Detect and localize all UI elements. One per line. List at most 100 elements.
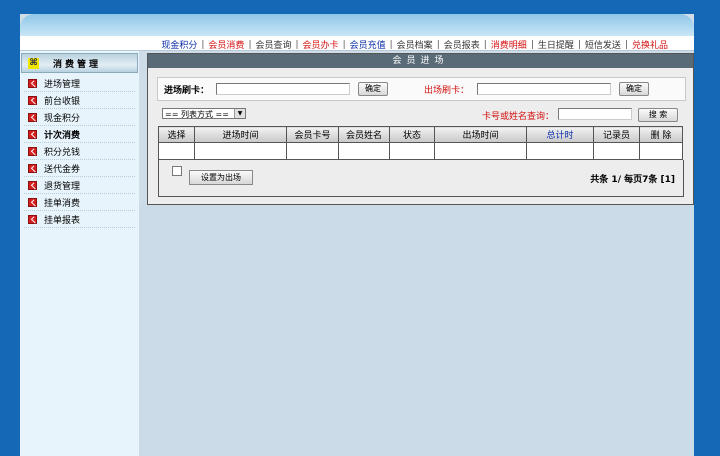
- sidebar-item-label: 送代金券: [44, 164, 81, 175]
- table-cell: [526, 142, 594, 160]
- sidebar-item-label: 计次消费: [44, 130, 81, 141]
- table-cell: [338, 142, 390, 160]
- sidebar: ⌘ 消费管理 进场管理前台收银现金积分计次消费积分兑钱送代金券退货管理挂单消费挂…: [20, 51, 139, 456]
- nav-separator: |: [201, 39, 205, 50]
- column-header: 删 除: [639, 126, 683, 143]
- top-nav-link[interactable]: 短信发送: [585, 38, 621, 51]
- top-nav-link[interactable]: 会员消费: [208, 38, 244, 51]
- search-input[interactable]: [558, 108, 632, 120]
- top-nav-item: | 短信发送: [574, 38, 621, 52]
- top-nav-link[interactable]: 生日提醒: [538, 38, 574, 51]
- sidebar-item-label: 挂单消费: [44, 198, 81, 209]
- top-nav-item: | 兑换礼品: [621, 38, 668, 52]
- sidebar-item-label: 挂单报表: [44, 215, 81, 226]
- list-mode-select[interactable]: == 列表方式 == ▼: [162, 108, 246, 119]
- entry-card-label: 进场刷卡：: [164, 86, 210, 96]
- sidebar-menu: 进场管理前台收银现金积分计次消费积分兑钱送代金券退货管理挂单消费挂单报表: [20, 75, 139, 228]
- sidebar-item[interactable]: 挂单消费: [24, 194, 135, 211]
- exit-card-input[interactable]: [477, 83, 611, 95]
- content-background: [139, 203, 694, 456]
- bullet-icon: [28, 214, 37, 224]
- sidebar-item-label: 前台收银: [44, 96, 81, 107]
- nav-separator: |: [248, 39, 252, 50]
- app-frame: 现金积分 | 会员消费 | 会员查询 | 会员办卡 | 会员充值 | 会员档案 | 会员报表 | 消费明细 |…: [20, 14, 694, 456]
- entry-card-input[interactable]: [216, 83, 350, 95]
- bullet-icon: [28, 129, 37, 139]
- sidebar-item-label: 积分兑钱: [44, 147, 81, 158]
- table-cell: [434, 142, 527, 160]
- column-header: 总计时: [526, 126, 594, 143]
- sidebar-item-label: 进场管理: [44, 79, 81, 90]
- select-all-checkbox[interactable]: [172, 166, 182, 176]
- sidebar-item[interactable]: 计次消费: [24, 126, 135, 143]
- nav-separator: |: [483, 39, 487, 50]
- table-cell: [286, 142, 339, 160]
- top-nav-item: | 会员办卡: [292, 38, 339, 52]
- dropdown-arrow-icon: ▼: [234, 109, 245, 118]
- top-nav-link[interactable]: 会员办卡: [303, 38, 339, 51]
- bullet-icon: [28, 146, 37, 156]
- top-nav-link[interactable]: 兑换礼品: [632, 38, 668, 51]
- sidebar-header: ⌘ 消费管理: [21, 53, 138, 73]
- column-header: 记录员: [593, 126, 640, 143]
- sidebar-item[interactable]: 送代金券: [24, 160, 135, 177]
- top-nav-link[interactable]: 会员报表: [444, 38, 480, 51]
- column-header: 状态: [389, 126, 435, 143]
- table-cell: [389, 142, 435, 160]
- column-header: 进场时间: [194, 126, 287, 143]
- nav-separator: |: [577, 39, 581, 50]
- table-row: [158, 142, 683, 160]
- entry-records-table: 选择 进场时间 会员卡号 会员姓名 状态 出场时间 总计时 记录员删 除: [158, 126, 683, 160]
- top-nav-link[interactable]: 会员查询: [255, 38, 291, 51]
- bullet-icon: [28, 112, 37, 122]
- table-footer: 设置为出场 共条 1/ 每页7条 [1]: [158, 160, 684, 197]
- exit-card-label: 出场刷卡：: [424, 86, 470, 96]
- set-exit-button[interactable]: 设置为出场: [189, 170, 253, 185]
- bullet-icon: [28, 163, 37, 173]
- exit-confirm-button[interactable]: 确定: [619, 82, 649, 96]
- top-nav-link[interactable]: 消费明细: [491, 38, 527, 51]
- table-cell: [593, 142, 640, 160]
- entry-confirm-button[interactable]: 确定: [358, 82, 388, 96]
- member-entry-panel: 会员进场 进场刷卡： 确定 出场刷卡： 确定 == 列表方式 == ▼ 卡号或姓…: [147, 53, 694, 205]
- top-nav-link[interactable]: 会员充值: [350, 38, 386, 51]
- sidebar-item[interactable]: 退货管理: [24, 177, 135, 194]
- top-nav-link[interactable]: 会员档案: [397, 38, 433, 51]
- top-navigation: 现金积分 | 会员消费 | 会员查询 | 会员办卡 | 会员充值 | 会员档案 | 会员报表 | 消费明细 |…: [20, 36, 694, 51]
- top-nav-item: | 会员消费: [197, 38, 244, 52]
- column-header: 会员姓名: [338, 126, 390, 143]
- sidebar-item[interactable]: 挂单报表: [24, 211, 135, 228]
- sidebar-item[interactable]: 现金积分: [24, 109, 135, 126]
- table-cell: [158, 142, 195, 160]
- sidebar-item[interactable]: 积分兑钱: [24, 143, 135, 160]
- nav-separator: |: [624, 39, 628, 50]
- nav-separator: |: [389, 39, 393, 50]
- column-header: 出场时间: [434, 126, 527, 143]
- top-nav-item: | 消费明细: [480, 38, 527, 52]
- table-cell: [639, 142, 683, 160]
- sidebar-item[interactable]: 进场管理: [24, 75, 135, 92]
- sidebar-item-label: 退货管理: [44, 181, 81, 192]
- search-label: 卡号或姓名查询：: [482, 112, 555, 122]
- sidebar-item[interactable]: 前台收银: [24, 92, 135, 109]
- card-swipe-row: 进场刷卡： 确定 出场刷卡： 确定: [157, 77, 686, 101]
- bullet-icon: [28, 95, 37, 105]
- column-header: 会员卡号: [286, 126, 339, 143]
- top-nav-item: | 会员查询: [244, 38, 291, 52]
- sidebar-title: 消费管理: [53, 59, 102, 70]
- top-nav-item: | 会员充值: [339, 38, 386, 52]
- top-nav-list: 现金积分 | 会员消费 | 会员查询 | 会员办卡 | 会员充值 | 会员档案 | 会员报表 | 消费明细 |…: [161, 38, 668, 52]
- search-button[interactable]: 搜 索: [638, 108, 678, 122]
- bullet-icon: [28, 180, 37, 190]
- top-nav-item: | 会员档案: [386, 38, 433, 52]
- pagination-info: 共条 1/ 每页7条 [1]: [590, 175, 675, 185]
- list-mode-value: == 列表方式 ==: [165, 110, 229, 119]
- command-icon: ⌘: [28, 57, 39, 69]
- header-banner: [20, 14, 694, 36]
- nav-separator: |: [436, 39, 440, 50]
- top-nav-link[interactable]: 现金积分: [161, 38, 197, 51]
- panel-title: 会员进场: [148, 54, 693, 68]
- nav-separator: |: [530, 39, 534, 50]
- top-nav-item: | 会员报表: [433, 38, 480, 52]
- nav-separator: |: [342, 39, 346, 50]
